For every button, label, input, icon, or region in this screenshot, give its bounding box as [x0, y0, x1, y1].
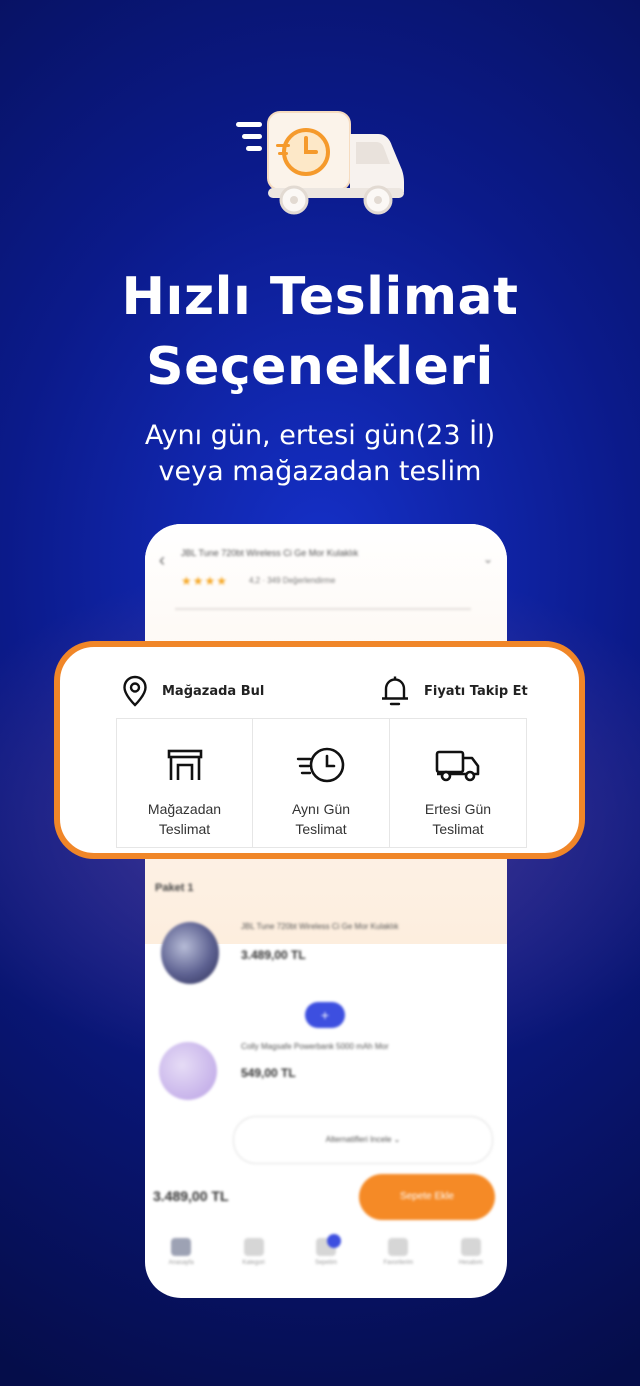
hero-subtitle-line1: Aynı gün, ertesi gün(23 İl)	[144, 420, 496, 451]
nav-cart[interactable]: Sepetim	[301, 1234, 351, 1298]
nav-favorites-label: Favorilerim	[383, 1260, 414, 1266]
location-pin-icon	[123, 675, 147, 707]
user-icon	[460, 1238, 481, 1256]
grid-icon	[243, 1238, 264, 1256]
option-next-day-line1: Ertesi Gün	[424, 801, 492, 817]
heart-icon	[388, 1238, 409, 1256]
nav-categories-label: Kategori	[242, 1260, 265, 1266]
product2-price: 549,00 TL	[241, 1066, 296, 1080]
delivery-options-card: Mağazada Bul Fiyatı Takip Et Mağazadan T…	[54, 641, 585, 859]
product2-name[interactable]: Colly Magsafe Powerbank 5000 mAh Mor	[241, 1042, 389, 1051]
nav-categories[interactable]: Kategori	[229, 1238, 279, 1298]
find-in-store-label: Mağazada Bul	[162, 683, 265, 699]
nav-home[interactable]: Anasayfa	[156, 1238, 206, 1298]
rating-stars: ★★★★	[181, 574, 229, 588]
option-same-day-line2: Teslimat	[295, 821, 347, 837]
nav-home-label: Anasayfa	[168, 1260, 194, 1266]
hero-title-line1: Hızlı Teslimat	[121, 267, 519, 327]
option-next-day[interactable]: Ertesi Gün Teslimat	[390, 718, 527, 848]
bell-icon	[382, 676, 408, 706]
nav-favorites[interactable]: Favorilerim	[373, 1238, 423, 1298]
headphones-image[interactable]	[161, 922, 219, 984]
package-label: Paket 1	[155, 882, 194, 894]
option-next-day-line2: Teslimat	[432, 821, 484, 837]
option-store-delivery[interactable]: Mağazadan Teslimat	[116, 718, 253, 848]
track-price-button[interactable]: Fiyatı Takip Et	[380, 675, 528, 707]
track-price-label: Fiyatı Takip Et	[424, 683, 528, 699]
option-store-line2: Teslimat	[158, 821, 211, 837]
plus-button[interactable]: +	[305, 1002, 345, 1028]
option-same-day[interactable]: Aynı Gün Teslimat	[253, 718, 390, 848]
truck-icon	[435, 750, 480, 782]
divider	[175, 608, 471, 610]
delivery-options: Mağazadan Teslimat Aynı Gün Teslimat Ert…	[116, 718, 528, 848]
alternatives-button[interactable]: Alternatifleri Incele ⌄	[233, 1116, 493, 1164]
find-in-store-button[interactable]: Mağazada Bul	[122, 675, 264, 707]
powerbank-image[interactable]	[159, 1042, 217, 1100]
back-icon[interactable]: ‹	[159, 550, 165, 571]
hero-title-line2: Seçenekleri	[146, 337, 494, 397]
store-icon	[167, 749, 202, 780]
total-price: 3.489,00 TL	[153, 1188, 229, 1204]
hero-subtitle-line2: veya mağazadan teslim	[158, 456, 482, 487]
product1-name[interactable]: JBL Tune 720bt Wireless Ci Ge Mor Kulakl…	[241, 922, 399, 931]
nav-account-label: Hesabım	[458, 1260, 483, 1266]
chevron-down-icon[interactable]: ⌄	[483, 552, 493, 566]
add-to-cart-button[interactable]: Sepete Ekle	[359, 1174, 495, 1220]
option-same-day-line1: Aynı Gün	[291, 801, 351, 817]
fast-clock-icon	[296, 747, 345, 783]
product1-price: 3.489,00 TL	[241, 948, 306, 962]
product-title: JBL Tune 720bt Wireless Ci Ge Mor Kulakl…	[181, 548, 359, 558]
rating-text[interactable]: 4,2 · 349 Değerlendirme	[249, 576, 335, 585]
option-store-line1: Mağazadan	[147, 801, 222, 817]
nav-account[interactable]: Hesabım	[446, 1238, 496, 1298]
delivery-truck-clock-icon	[236, 111, 404, 215]
cart-badge	[326, 1234, 341, 1248]
home-icon	[171, 1238, 192, 1256]
nav-cart-label: Sepetim	[314, 1260, 337, 1266]
bottom-navigation: Anasayfa Kategori Sepetim Favorilerim He…	[145, 1234, 507, 1298]
